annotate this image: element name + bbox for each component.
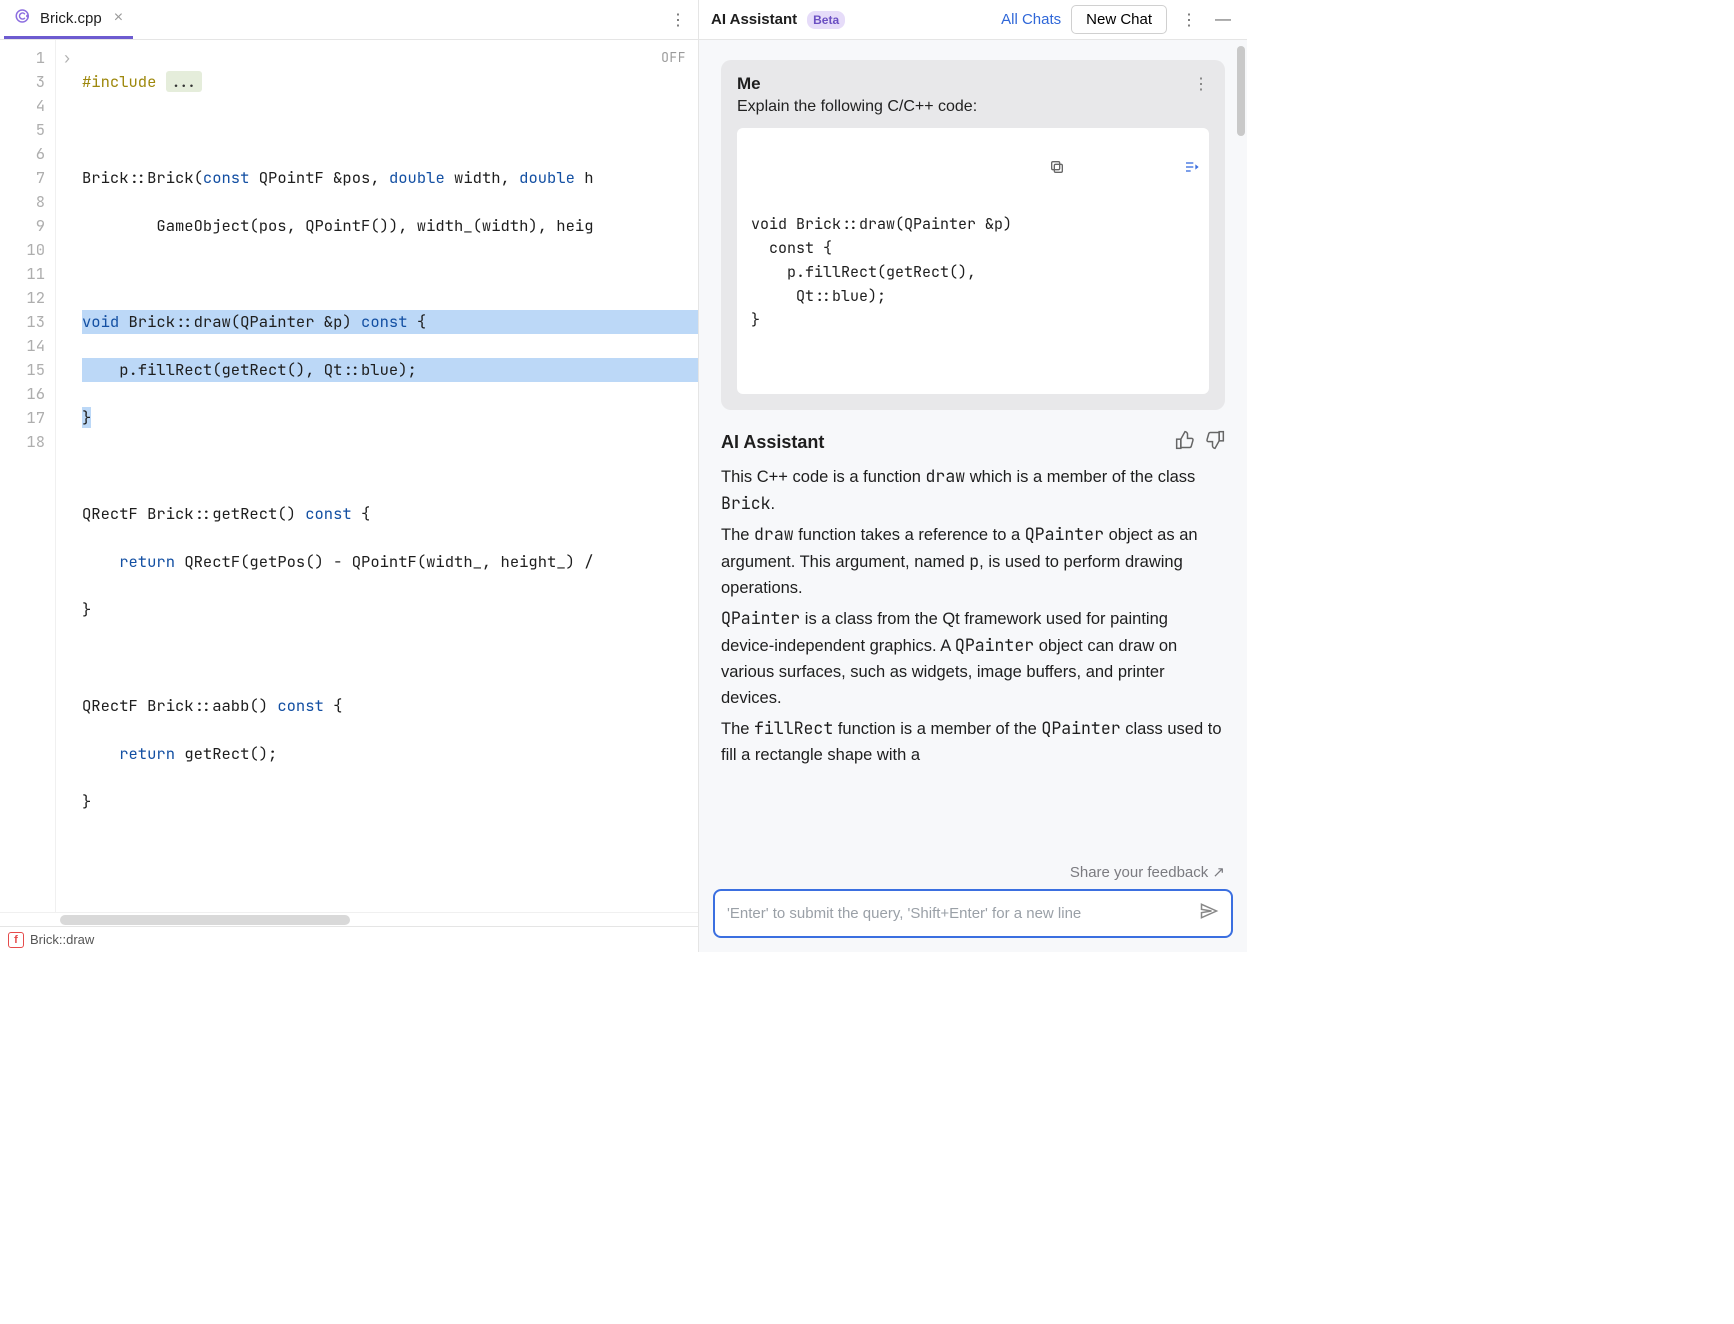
share-feedback-link[interactable]: Share your feedback ↗ — [1070, 864, 1225, 881]
folded-region[interactable]: ... — [166, 71, 202, 92]
thumbs-down-icon[interactable] — [1205, 430, 1225, 455]
all-chats-link[interactable]: All Chats — [1001, 11, 1061, 28]
minimize-icon[interactable]: — — [1211, 9, 1235, 31]
fold-column: › — [56, 40, 78, 912]
user-message-text: Explain the following C/C++ code: — [737, 98, 1209, 116]
tab-filename: Brick.cpp — [40, 10, 102, 27]
vertical-scrollbar[interactable] — [1235, 40, 1247, 952]
assistant-header: AI Assistant Beta All Chats New Chat ⋮ — — [699, 0, 1247, 40]
close-icon[interactable]: × — [114, 9, 123, 27]
function-icon: f — [8, 932, 24, 948]
thumbs-up-icon[interactable] — [1175, 430, 1195, 455]
scrollbar-thumb[interactable] — [60, 915, 350, 925]
user-name: Me — [737, 74, 761, 94]
tab-menu-kebab-icon[interactable]: ⋮ — [666, 6, 690, 34]
chat-input[interactable] — [713, 889, 1233, 938]
assistant-name: AI Assistant — [721, 432, 824, 453]
code-text: void Brick::draw(QPainter &p) const { p.… — [751, 212, 1195, 332]
status-bar: f Brick::draw — [0, 926, 698, 952]
chat-input-row — [699, 889, 1247, 952]
fold-arrow-icon[interactable]: › — [56, 46, 78, 70]
code-editor[interactable]: OFF 1 3 4 5 6 7 8 9 10 11 12 13 14 15 16… — [0, 40, 698, 912]
breadcrumb[interactable]: Brick::draw — [30, 932, 94, 947]
assistant-menu-kebab-icon[interactable]: ⋮ — [1177, 8, 1201, 32]
cpp-file-icon — [14, 7, 32, 30]
chat-text-field[interactable] — [727, 905, 1191, 922]
copy-icon[interactable] — [941, 134, 1065, 206]
beta-badge: Beta — [807, 11, 845, 29]
chat-scroll-area[interactable]: Me ⋮ Explain the following C/C++ code: v… — [699, 40, 1247, 857]
scrollbar-thumb[interactable] — [1237, 46, 1245, 136]
horizontal-scrollbar[interactable] — [0, 912, 698, 926]
user-code-block: void Brick::draw(QPainter &p) const { p.… — [737, 128, 1209, 394]
send-icon[interactable] — [1199, 901, 1219, 926]
code-area[interactable]: #include ... Brick::Brick(const QPointF … — [78, 40, 698, 912]
inspection-badge[interactable]: OFF — [661, 46, 686, 70]
editor-pane: Brick.cpp × ⋮ OFF 1 3 4 5 6 7 8 9 10 11 … — [0, 0, 699, 952]
feedback-row: Share your feedback ↗ — [699, 857, 1247, 889]
line-gutter: 1 3 4 5 6 7 8 9 10 11 12 13 14 15 16 17 … — [0, 40, 56, 912]
tab-bar: Brick.cpp × ⋮ — [0, 0, 698, 40]
insert-code-icon[interactable] — [1075, 134, 1201, 206]
new-chat-button[interactable]: New Chat — [1071, 5, 1167, 34]
assistant-message: AI Assistant This C++ code is a function… — [721, 430, 1225, 768]
assistant-title: AI Assistant — [711, 11, 797, 28]
tab-brick-cpp[interactable]: Brick.cpp × — [4, 0, 133, 39]
assistant-pane: AI Assistant Beta All Chats New Chat ⋮ —… — [699, 0, 1247, 952]
assistant-message-text: This C++ code is a function draw which i… — [721, 463, 1225, 768]
message-kebab-icon[interactable]: ⋮ — [1193, 74, 1209, 94]
user-message: Me ⋮ Explain the following C/C++ code: v… — [721, 60, 1225, 410]
